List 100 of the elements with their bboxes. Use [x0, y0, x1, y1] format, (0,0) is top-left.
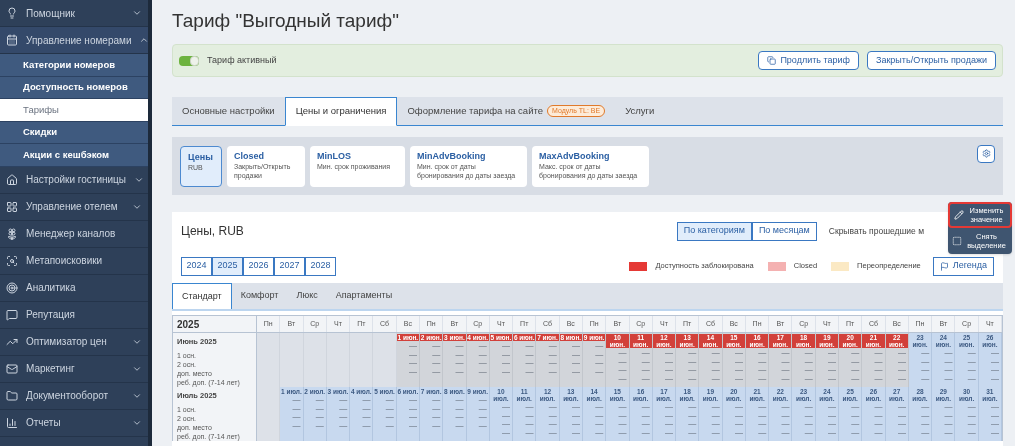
price-value: — — [851, 374, 860, 383]
view-toggle-button[interactable]: По месяцам — [751, 221, 817, 241]
price-value: — — [641, 357, 650, 366]
sidebar-subitem[interactable]: Тарифы — [0, 99, 148, 122]
sidebar-subitem[interactable]: Категории номеров — [0, 54, 148, 77]
sidebar-item[interactable]: Документооборот — [0, 382, 148, 410]
room-tab[interactable]: Люкс — [287, 283, 327, 309]
sidebar-item[interactable]: Управление отелем — [0, 193, 148, 221]
sidebar-item[interactable]: Аналитика — [0, 274, 148, 302]
year-button[interactable]: 2027 — [274, 256, 305, 276]
price-value: — — [851, 428, 860, 437]
sidebar-subitem[interactable]: Скидки — [0, 121, 148, 145]
price-value: — — [897, 349, 906, 358]
sidebar-label: Метапоисковики — [26, 254, 104, 269]
tab[interactable]: Основные настройки — [172, 97, 285, 125]
price-value: — — [665, 411, 674, 420]
price-value: — — [944, 374, 953, 383]
price-value: — — [571, 420, 580, 429]
price-value: — — [571, 367, 580, 376]
sidebar-item[interactable]: Отчеты — [0, 409, 148, 437]
sidebar-item[interactable]: Настройки гостиницы — [0, 166, 148, 194]
price-value: — — [618, 403, 627, 412]
price-value: — — [944, 357, 953, 366]
price-value: — — [548, 350, 557, 359]
toggle-switch[interactable] — [179, 55, 199, 66]
year-button[interactable]: 2024 — [181, 256, 212, 276]
price-value: — — [618, 349, 627, 358]
price-value: — — [851, 357, 860, 366]
price-value: — — [874, 357, 883, 366]
price-value: — — [595, 359, 604, 368]
price-value: — — [804, 428, 813, 437]
price-value: — — [711, 349, 720, 358]
price-value: — — [897, 403, 906, 412]
price-value: — — [548, 342, 557, 351]
room-tab[interactable]: Апартаменты — [326, 283, 402, 309]
sidebar-item[interactable]: Репутация — [0, 301, 148, 329]
price-value: — — [641, 411, 650, 420]
year-button[interactable]: 2028 — [305, 256, 336, 276]
room-tab[interactable]: Комфорт — [231, 283, 288, 309]
price-value: — — [408, 367, 417, 376]
sidebar-item[interactable]: Метапоисковики — [0, 247, 148, 275]
price-value: — — [548, 411, 557, 420]
price-value: — — [944, 411, 953, 420]
price-value: — — [804, 374, 813, 383]
price-value: — — [595, 428, 604, 437]
price-value: — — [432, 342, 441, 351]
price-value: — — [804, 357, 813, 366]
folder-icon — [6, 389, 18, 402]
settings-button[interactable] — [977, 144, 995, 163]
price-value: — — [967, 420, 976, 429]
price-value: — — [781, 366, 790, 375]
legend-button[interactable]: Легенда — [932, 256, 994, 276]
price-value: — — [292, 413, 301, 422]
price-value: — — [362, 404, 371, 413]
price-value: — — [897, 357, 906, 366]
price-value: — — [502, 411, 511, 420]
price-value: — — [781, 349, 790, 358]
tab[interactable]: Услуги — [615, 97, 665, 125]
price-value: — — [432, 350, 441, 359]
year-button[interactable]: 2025 — [212, 256, 243, 276]
tab[interactable]: Цены и ограничения — [284, 97, 398, 126]
price-value: — — [502, 359, 511, 368]
price-value: — — [292, 396, 301, 405]
price-value: — — [711, 357, 720, 366]
chat-icon — [6, 308, 18, 321]
sidebar-item[interactable]: Маркетинг — [0, 355, 148, 383]
sidebar-subitem[interactable]: Доступность номеров — [0, 76, 148, 100]
price-value: — — [502, 342, 511, 351]
price-value: — — [758, 374, 767, 383]
sidebar-item[interactable]: Менеджер каналов — [0, 220, 148, 248]
price-value: — — [455, 342, 464, 351]
price-value: — — [828, 349, 837, 358]
grid-icon — [6, 200, 18, 213]
price-value: — — [455, 359, 464, 368]
banner-button[interactable]: Закрыть/Открыть продажи — [867, 51, 996, 70]
view-toggle-button[interactable]: По категориям — [676, 221, 752, 241]
price-value: — — [991, 366, 999, 375]
price-value: — — [734, 357, 743, 366]
sidebar-subitem[interactable]: Акции с кешбэком — [0, 144, 148, 167]
price-value: — — [688, 357, 697, 366]
price-value: — — [851, 366, 860, 375]
room-tab[interactable]: Стандарт — [172, 283, 232, 309]
price-value: — — [641, 374, 650, 383]
price-value: — — [734, 420, 743, 429]
tab-label: Оформление тарифа на сайте — [407, 103, 543, 118]
scan-icon — [6, 254, 18, 267]
tab-label: Основные настройки — [182, 103, 275, 118]
sidebar-item[interactable]: Оптимизатор цен — [0, 328, 148, 356]
price-value: — — [967, 357, 976, 366]
price-value: — — [432, 359, 441, 368]
price-value: — — [921, 366, 930, 375]
page-title: Тариф "Выгодный тариф" — [172, 9, 400, 33]
banner-button[interactable]: Продлить тариф — [758, 51, 859, 70]
year-button[interactable]: 2026 — [243, 256, 274, 276]
price-value: — — [548, 428, 557, 437]
price-value: — — [758, 349, 767, 358]
price-value: — — [502, 420, 511, 429]
price-value: — — [665, 428, 674, 437]
price-value: — — [921, 357, 930, 366]
price-value: — — [944, 366, 953, 375]
